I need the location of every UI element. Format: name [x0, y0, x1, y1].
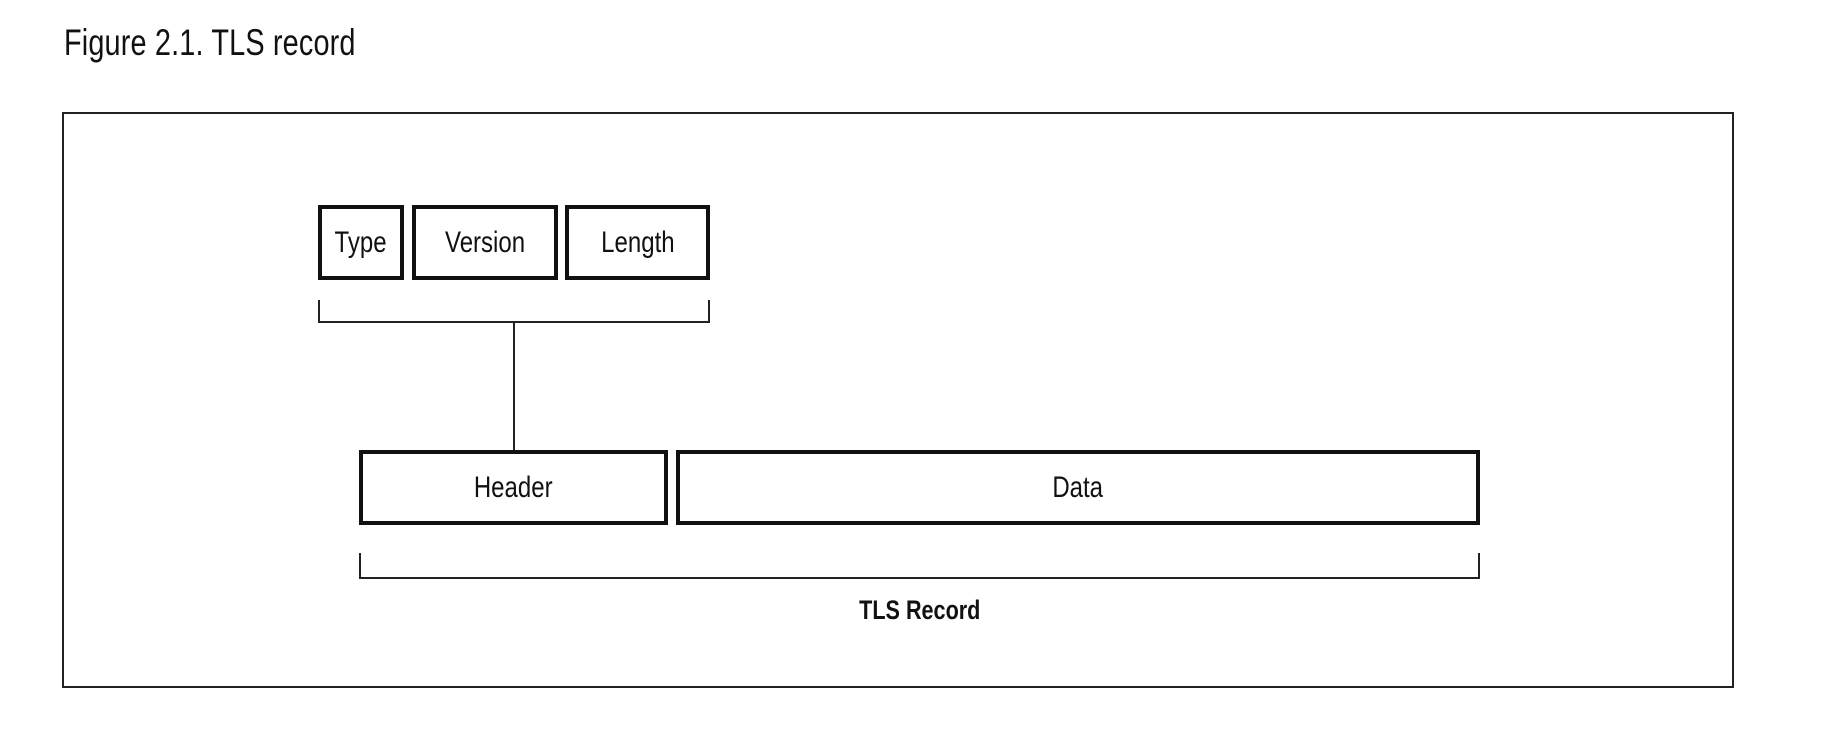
- tls-record-caption: TLS Record: [720, 595, 1120, 626]
- type-field-box: Type: [318, 205, 404, 280]
- record-bracket-right-tick: [1478, 553, 1480, 579]
- length-field-box: Length: [565, 205, 710, 280]
- version-field-label: Version: [444, 225, 526, 259]
- length-field-label: Length: [600, 225, 675, 259]
- version-field-box: Version: [412, 205, 558, 280]
- tls-record-caption-text: TLS Record: [859, 595, 981, 625]
- header-connector-line: [513, 322, 515, 452]
- header-fields-bracket-left-tick: [318, 300, 320, 323]
- header-box: Header: [359, 450, 668, 525]
- header-box-label: Header: [474, 470, 553, 504]
- record-bracket-bar: [359, 577, 1480, 579]
- header-fields-bracket-right-tick: [708, 300, 710, 323]
- type-field-label: Type: [334, 225, 388, 259]
- data-box-label: Data: [1052, 470, 1104, 504]
- data-box: Data: [676, 450, 1480, 525]
- figure-title: Figure 2.1. TLS record: [64, 22, 356, 63]
- record-bracket-left-tick: [359, 553, 361, 579]
